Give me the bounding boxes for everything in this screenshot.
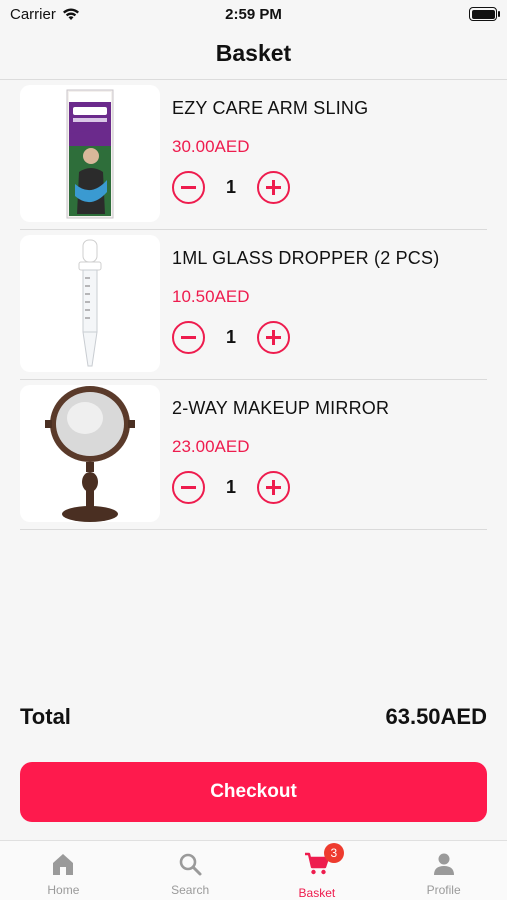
total-row: Total 63.50AED [20, 704, 487, 730]
tab-search[interactable]: Search [127, 841, 254, 900]
tab-label: Profile [426, 883, 461, 897]
total-value: 63.50AED [385, 704, 487, 729]
minus-icon [181, 336, 196, 339]
tab-label: Basket [298, 886, 336, 900]
item-info: 1ML GLASS DROPPER (2 PCS) 10.50AED 1 [172, 248, 439, 354]
page-title: Basket [215, 40, 292, 66]
tab-bar: Home Search 3 Basket Profile [0, 840, 507, 900]
basket-item: 2-WAY MAKEUP MIRROR 23.00AED 1 [20, 380, 487, 530]
item-info: 2-WAY MAKEUP MIRROR 23.00AED 1 [172, 398, 389, 504]
decrease-quantity-button[interactable] [172, 321, 205, 354]
basket-item: 1ML GLASS DROPPER (2 PCS) 10.50AED 1 [20, 230, 487, 380]
item-info: EZY CARE ARM SLING 30.00AED 1 [172, 98, 368, 204]
tab-home[interactable]: Home [0, 841, 127, 900]
nav-bar: Basket [0, 28, 507, 80]
increase-quantity-button[interactable] [257, 471, 290, 504]
cart-count-badge: 3 [323, 843, 344, 863]
total-label: Total [20, 704, 71, 729]
product-name: EZY CARE ARM SLING [172, 98, 369, 118]
product-price: 23.00AED [172, 437, 250, 456]
product-thumbnail[interactable] [20, 235, 160, 372]
glass-dropper-image [78, 239, 102, 366]
product-name: 2-WAY MAKEUP MIRROR [172, 398, 390, 418]
basket-list: EZY CARE ARM SLING 30.00AED 1 1ML GLASS … [20, 80, 487, 530]
product-thumbnail[interactable] [20, 385, 160, 522]
arm-sling-image [66, 89, 114, 218]
decrease-quantity-button[interactable] [172, 471, 205, 504]
checkout-button[interactable]: Checkout [20, 762, 487, 822]
carrier-label: Carrier [10, 5, 56, 23]
increase-quantity-button[interactable] [257, 321, 290, 354]
status-bar: Carrier 2:59 PM [0, 0, 507, 28]
product-thumbnail[interactable] [20, 85, 160, 222]
decrease-quantity-button[interactable] [172, 171, 205, 204]
product-name: 1ML GLASS DROPPER (2 PCS) [172, 248, 440, 268]
status-left: Carrier [10, 6, 80, 23]
product-price: 10.50AED [172, 287, 250, 306]
tab-profile[interactable]: Profile [380, 841, 507, 900]
tab-label: Home [47, 883, 80, 897]
quantity-stepper: 1 [172, 321, 439, 354]
tab-label: Search [171, 883, 210, 897]
minus-icon [181, 486, 196, 489]
quantity-value: 1 [225, 177, 236, 197]
profile-icon [433, 853, 454, 875]
search-icon [179, 853, 202, 876]
increase-quantity-button[interactable] [257, 171, 290, 204]
minus-icon [181, 186, 196, 189]
product-price: 30.00AED [172, 137, 250, 156]
battery-icon [469, 7, 500, 21]
quantity-value: 1 [225, 327, 236, 347]
makeup-mirror-image [45, 385, 135, 522]
wifi-icon [62, 8, 79, 20]
quantity-stepper: 1 [172, 171, 368, 204]
quantity-value: 1 [225, 477, 236, 497]
basket-item: EZY CARE ARM SLING 30.00AED 1 [20, 80, 487, 230]
quantity-stepper: 1 [172, 471, 389, 504]
tab-basket[interactable]: 3 Basket [254, 841, 381, 900]
home-icon [53, 854, 74, 875]
cart-icon-wrap: 3 [304, 843, 344, 880]
